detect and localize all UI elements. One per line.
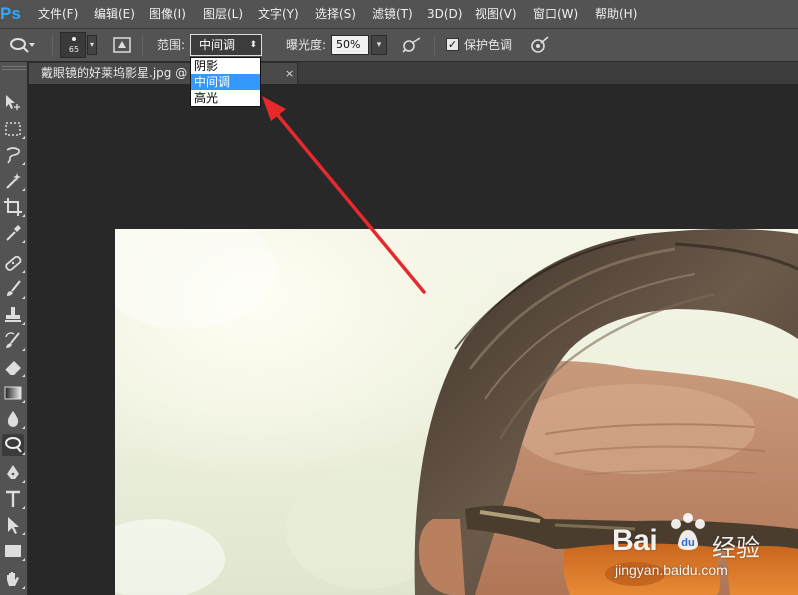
marquee-tool-icon[interactable]: [2, 118, 25, 140]
menu-edit[interactable]: 编辑(E): [94, 0, 135, 28]
dodge-tool-icon: [10, 38, 35, 53]
protect-tones-label: 保护色调: [464, 38, 513, 52]
type-tool-icon[interactable]: [2, 488, 25, 510]
menu-file[interactable]: 文件(F): [38, 0, 78, 28]
airbrush-toggle[interactable]: [401, 36, 423, 54]
menu-select[interactable]: 选择(S): [315, 0, 356, 28]
path-selection-tool-icon[interactable]: [2, 514, 25, 536]
menu-window[interactable]: 窗口(W): [533, 0, 578, 28]
exposure-input[interactable]: 50%: [331, 35, 369, 55]
eyedropper-tool-icon[interactable]: [2, 222, 25, 244]
range-option-shadows[interactable]: 阴影: [191, 58, 260, 74]
pen-pressure-icon: [531, 36, 549, 53]
brush-tool-icon[interactable]: [2, 278, 25, 300]
crop-tool-icon[interactable]: [2, 196, 25, 218]
brush-tip-icon: [72, 37, 76, 41]
brush-panel-icon: [113, 37, 131, 53]
hand-tool-icon[interactable]: [2, 568, 25, 590]
protect-tones-checkbox[interactable]: ✓: [446, 38, 459, 51]
menu-type[interactable]: 文字(Y): [258, 0, 299, 28]
menu-help[interactable]: 帮助(H): [595, 0, 637, 28]
tool-preset-picker[interactable]: [8, 36, 36, 54]
range-label: 范围:: [157, 38, 186, 52]
range-select[interactable]: 中间调 ⬍: [190, 34, 262, 56]
pen-tool-icon[interactable]: [2, 462, 25, 484]
baidu-jingyan-watermark: Bai du 经验 jingyan.baidu.com: [612, 510, 798, 595]
menu-layer[interactable]: 图层(L): [203, 0, 243, 28]
brush-picker-arrow[interactable]: ▾: [87, 35, 97, 55]
gradient-tool-icon[interactable]: [2, 382, 25, 404]
brush-preset-preview[interactable]: 65: [60, 32, 86, 58]
clone-stamp-tool-icon[interactable]: [2, 304, 25, 326]
eraser-tool-icon[interactable]: [2, 356, 25, 378]
blur-tool-icon[interactable]: [2, 408, 25, 430]
magic-wand-tool-icon[interactable]: [2, 170, 25, 192]
document-tab-title: 戴眼镜的好莱坞影星.jpg @: [41, 66, 188, 80]
range-option-midtones[interactable]: 中间调: [191, 74, 260, 90]
watermark-suffix: 经验: [712, 534, 760, 562]
move-tool-icon[interactable]: [2, 92, 24, 114]
brush-size-value: 65: [68, 45, 80, 54]
healing-brush-tool-icon[interactable]: [2, 252, 25, 274]
watermark-url: jingyan.baidu.com: [615, 562, 728, 578]
range-select-value: 中间调: [199, 38, 236, 52]
range-dropdown-list: 阴影 中间调 高光: [190, 57, 261, 107]
range-option-highlights[interactable]: 高光: [191, 90, 260, 106]
menu-filter[interactable]: 滤镜(T): [372, 0, 413, 28]
menu-3d[interactable]: 3D(D): [427, 0, 462, 28]
exposure-label: 曝光度:: [286, 38, 327, 52]
photoshop-logo: Ps: [0, 4, 21, 23]
dodge-tool-icon[interactable]: [2, 434, 25, 456]
close-icon[interactable]: ×: [285, 63, 294, 84]
updown-caret-icon: ⬍: [249, 40, 257, 50]
airbrush-icon: [402, 37, 421, 53]
menu-image[interactable]: 图像(I): [149, 0, 186, 28]
toolbox-grip[interactable]: [2, 66, 26, 70]
options-bar: 65 ▾ 范围: 中间调 ⬍ 曝光度: 50% ▾ ✓ 保护色调: [0, 29, 798, 62]
menu-view[interactable]: 视图(V): [475, 0, 517, 28]
menu-bar: Ps 文件(F) 编辑(E) 图像(I) 图层(L) 文字(Y) 选择(S) 滤…: [0, 0, 798, 29]
exposure-slider-toggle[interactable]: ▾: [371, 35, 387, 55]
lasso-tool-icon[interactable]: [2, 144, 25, 166]
pressure-size-toggle[interactable]: [528, 35, 550, 55]
brush-panel-toggle[interactable]: [112, 36, 132, 54]
rectangle-tool-icon[interactable]: [2, 540, 25, 562]
svg-text:du: du: [681, 537, 694, 549]
watermark-brand: Bai: [612, 524, 658, 557]
history-brush-tool-icon[interactable]: [2, 330, 25, 352]
toolbox: [0, 62, 28, 595]
document-tab-bar: 戴眼镜的好莱坞影星.jpg @* ×: [28, 62, 798, 84]
paw-print-icon: du: [671, 513, 705, 550]
